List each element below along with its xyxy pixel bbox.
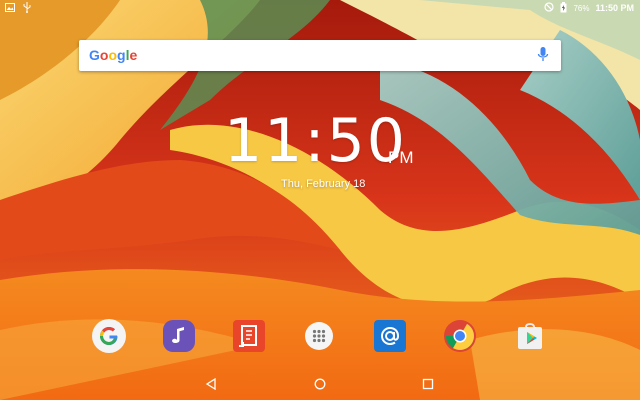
usb-icon <box>23 2 31 15</box>
chrome-app-icon[interactable] <box>442 318 478 354</box>
mic-icon[interactable] <box>537 46 549 64</box>
google-search-bar[interactable]: Google <box>79 40 561 71</box>
google-app-icon[interactable] <box>91 318 127 354</box>
clock-widget[interactable]: 11:50 PM <box>220 108 460 178</box>
home-icon[interactable] <box>310 374 330 394</box>
email-app-icon[interactable] <box>372 318 408 354</box>
recents-icon[interactable] <box>418 374 438 394</box>
clock-ampm: PM <box>388 148 414 167</box>
play-store-app-icon[interactable] <box>512 318 548 354</box>
battery-percentage: 76% <box>573 3 590 13</box>
clock-time: 11:50 <box>224 106 407 176</box>
documents-app-icon[interactable] <box>231 318 267 354</box>
clock-date: Thu, February 18 <box>281 178 366 190</box>
status-bar: 76% 11:50 PM <box>0 0 640 16</box>
do-not-disturb-icon <box>544 2 555 14</box>
back-icon[interactable] <box>201 374 221 394</box>
image-icon <box>5 3 15 14</box>
battery-charging-icon <box>560 1 567 15</box>
google-logo: Google <box>89 47 138 63</box>
status-time: 11:50 PM <box>595 3 634 13</box>
dock <box>0 318 640 356</box>
app-drawer-icon[interactable] <box>301 318 337 354</box>
music-app-icon[interactable] <box>161 318 197 354</box>
navigation-bar <box>0 368 640 400</box>
